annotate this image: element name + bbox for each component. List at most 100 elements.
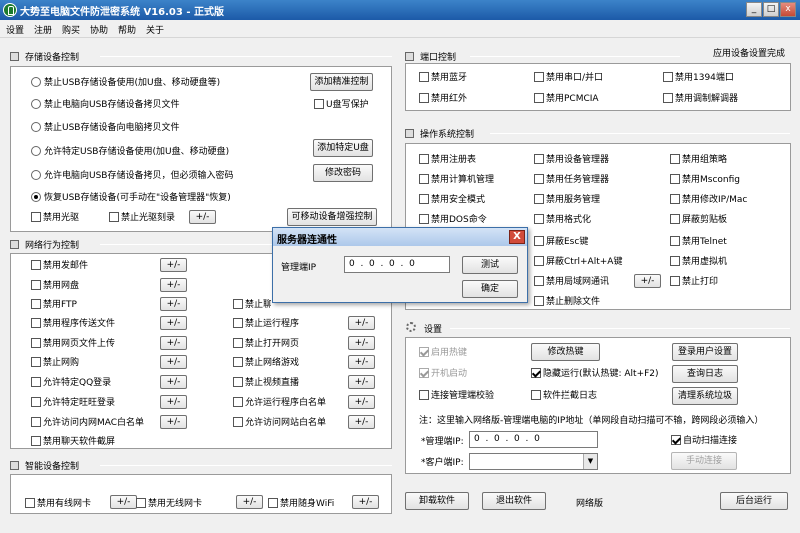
udisk-write-protect-checkbox[interactable]: [314, 99, 324, 109]
radio-copy-with-password[interactable]: [31, 170, 41, 180]
os-checkbox[interactable]: [534, 256, 544, 266]
net-checkbox[interactable]: [31, 318, 41, 328]
net-checkbox[interactable]: [233, 377, 243, 387]
add-specific-udisk-button[interactable]: 添加特定U盘: [313, 139, 373, 157]
net-checkbox[interactable]: [233, 357, 243, 367]
radio-no-copy-from-usb[interactable]: [31, 122, 41, 132]
exit-button[interactable]: 退出软件: [482, 492, 546, 510]
os-checkbox[interactable]: [670, 256, 680, 266]
net-plus-minus-button[interactable]: +/-: [160, 278, 187, 292]
net-plus-minus-button[interactable]: +/-: [160, 395, 187, 409]
os-checkbox[interactable]: [670, 194, 680, 204]
net-checkbox[interactable]: [31, 299, 41, 309]
background-run-button[interactable]: 后台运行: [720, 492, 788, 510]
disable-wifi-nic-checkbox[interactable]: [136, 498, 146, 508]
menu-buy[interactable]: 购买: [62, 23, 80, 36]
dialog-close-button[interactable]: X: [509, 230, 525, 244]
os-checkbox[interactable]: [534, 174, 544, 184]
radio-allow-specific-usb[interactable]: [31, 146, 41, 156]
auto-scan-checkbox[interactable]: [671, 435, 681, 445]
mgmt-ip-input[interactable]: 0 . 0 . 0 . 0: [469, 431, 598, 448]
net-plus-minus-button[interactable]: +/-: [160, 336, 187, 350]
soft-log-checkbox[interactable]: [531, 390, 541, 400]
test-button[interactable]: 测试: [462, 256, 518, 274]
login-user-settings-button[interactable]: 登录用户设置: [672, 343, 738, 361]
net-checkbox[interactable]: [233, 417, 243, 427]
net-plus-minus-button[interactable]: +/-: [348, 375, 375, 389]
disable-bluetooth-checkbox[interactable]: [419, 72, 429, 82]
menu-settings[interactable]: 设置: [6, 23, 24, 36]
autostart-checkbox[interactable]: [419, 368, 429, 378]
os-checkbox[interactable]: [419, 174, 429, 184]
net-checkbox[interactable]: [31, 377, 41, 387]
menu-register[interactable]: 注册: [34, 23, 52, 36]
clean-junk-button[interactable]: 清理系统垃圾: [672, 387, 738, 405]
os-checkbox[interactable]: [534, 154, 544, 164]
maximize-button[interactable]: □: [763, 2, 779, 17]
client-ip-select[interactable]: ▼: [469, 453, 598, 470]
net-checkbox[interactable]: [31, 436, 41, 446]
os-checkbox[interactable]: [670, 154, 680, 164]
net-checkbox[interactable]: [233, 397, 243, 407]
net-checkbox[interactable]: [31, 260, 41, 270]
net-plus-minus-button[interactable]: +/-: [160, 258, 187, 272]
net-plus-minus-button[interactable]: +/-: [348, 316, 375, 330]
chevron-down-icon[interactable]: ▼: [583, 454, 597, 469]
disable-serial-checkbox[interactable]: [534, 72, 544, 82]
smart-plus-minus-button[interactable]: +/-: [352, 495, 379, 509]
os-checkbox[interactable]: [419, 214, 429, 224]
net-plus-minus-button[interactable]: +/-: [160, 316, 187, 330]
dialog-ip-input[interactable]: 0 . 0 . 0 . 0: [344, 256, 450, 273]
net-plus-minus-button[interactable]: +/-: [348, 415, 375, 429]
change-hotkey-button[interactable]: 修改热键: [531, 343, 600, 361]
net-plus-minus-button[interactable]: +/-: [348, 336, 375, 350]
mobile-device-control-button[interactable]: 可移动设备增强控制: [287, 208, 377, 226]
menu-about[interactable]: 关于: [146, 23, 164, 36]
net-plus-minus-button[interactable]: +/-: [160, 415, 187, 429]
net-checkbox[interactable]: [31, 397, 41, 407]
radio-disable-usb[interactable]: [31, 77, 41, 87]
os-checkbox[interactable]: [670, 174, 680, 184]
net-checkbox[interactable]: [31, 357, 41, 367]
enable-hotkey-checkbox[interactable]: [419, 347, 429, 357]
net-checkbox[interactable]: [31, 280, 41, 290]
disable-portable-wifi-checkbox[interactable]: [268, 498, 278, 508]
disable-1394-checkbox[interactable]: [663, 72, 673, 82]
net-checkbox[interactable]: [233, 318, 243, 328]
change-password-button[interactable]: 修改密码: [313, 164, 373, 182]
radio-restore-usb[interactable]: [31, 192, 41, 202]
os-checkbox[interactable]: [670, 214, 680, 224]
os-checkbox[interactable]: [534, 236, 544, 246]
menu-help[interactable]: 帮助: [118, 23, 136, 36]
net-plus-minus-button[interactable]: +/-: [348, 355, 375, 369]
disable-modem-checkbox[interactable]: [663, 93, 673, 103]
uninstall-button[interactable]: 卸载软件: [405, 492, 469, 510]
os-checkbox[interactable]: [670, 276, 680, 286]
os-checkbox[interactable]: [419, 154, 429, 164]
net-plus-minus-button[interactable]: +/-: [348, 395, 375, 409]
hide-run-checkbox[interactable]: [531, 368, 541, 378]
os-checkbox[interactable]: [419, 194, 429, 204]
net-checkbox[interactable]: [233, 338, 243, 348]
os-checkbox[interactable]: [534, 296, 544, 306]
close-button[interactable]: x: [780, 2, 796, 17]
menu-assist[interactable]: 协助: [90, 23, 108, 36]
manual-connect-button[interactable]: 手动连接: [671, 452, 737, 470]
smart-plus-minus-button[interactable]: +/-: [236, 495, 263, 509]
os-checkbox[interactable]: [534, 194, 544, 204]
smart-plus-minus-button[interactable]: +/-: [110, 495, 137, 509]
os-checkbox[interactable]: [670, 236, 680, 246]
disable-pcmcia-checkbox[interactable]: [534, 93, 544, 103]
radio-no-copy-to-usb[interactable]: [31, 99, 41, 109]
disable-wired-nic-checkbox[interactable]: [25, 498, 35, 508]
os-checkbox[interactable]: [534, 276, 544, 286]
os-checkbox[interactable]: [534, 214, 544, 224]
net-checkbox[interactable]: [233, 299, 243, 309]
net-plus-minus-button[interactable]: +/-: [160, 355, 187, 369]
burn-plus-minus-button[interactable]: +/-: [189, 210, 216, 224]
disable-cd-checkbox[interactable]: [31, 212, 41, 222]
mgmt-verify-checkbox[interactable]: [419, 390, 429, 400]
ok-button[interactable]: 确定: [462, 280, 518, 298]
lan-plus-minus-button[interactable]: +/-: [634, 274, 661, 288]
net-checkbox[interactable]: [31, 417, 41, 427]
